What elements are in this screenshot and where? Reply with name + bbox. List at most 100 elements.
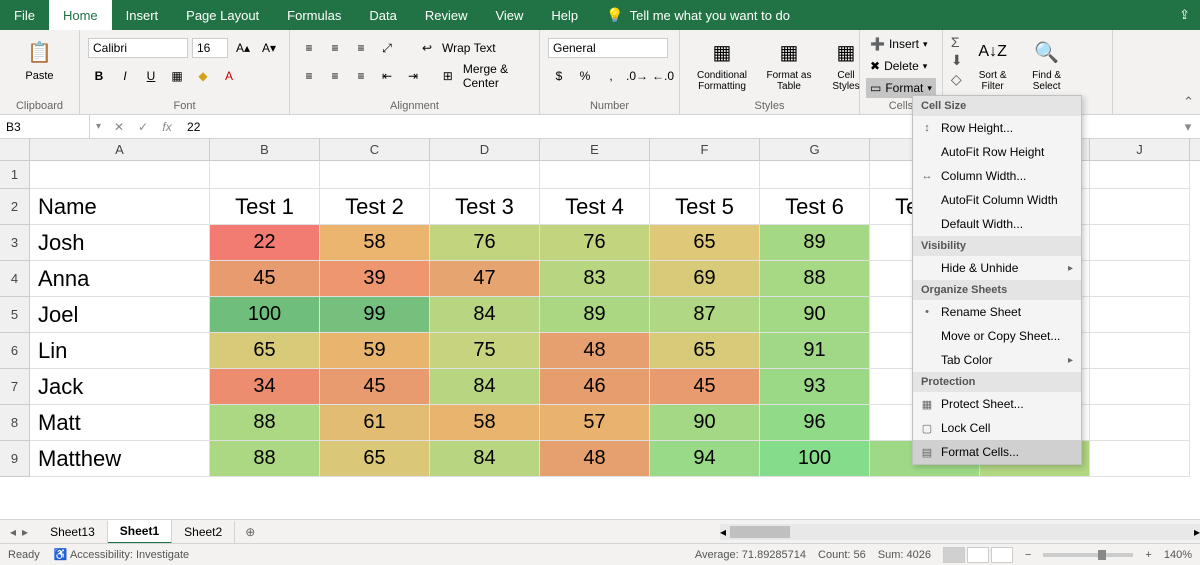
cell[interactable]: 83 [540, 261, 650, 297]
normal-view-button[interactable] [943, 547, 965, 563]
cell[interactable]: 22 [210, 225, 320, 261]
clear-icon[interactable]: ◇ [951, 71, 963, 88]
cell[interactable]: 91 [760, 333, 870, 369]
increase-decimal-icon[interactable]: .0→ [626, 65, 648, 87]
cell[interactable]: 46 [540, 369, 650, 405]
number-format-select[interactable] [548, 38, 668, 58]
cell[interactable]: 100 [210, 297, 320, 333]
cell[interactable]: Test 1 [210, 189, 320, 225]
increase-indent-icon[interactable]: ⇥ [402, 65, 424, 87]
cell[interactable]: Lin [30, 333, 210, 369]
wrap-text-button[interactable]: Wrap Text [442, 41, 496, 55]
menu-item[interactable]: ▦Protect Sheet... [913, 392, 1081, 416]
horizontal-scrollbar[interactable]: ◂▸ [720, 524, 1200, 540]
cell[interactable]: 48 [540, 441, 650, 477]
cell[interactable]: 57 [540, 405, 650, 441]
cell[interactable]: 65 [210, 333, 320, 369]
bold-button[interactable]: B [88, 65, 110, 87]
cell[interactable] [210, 161, 320, 189]
find-select-button[interactable]: 🔍 Find & Select [1023, 34, 1071, 94]
cell[interactable] [30, 161, 210, 189]
cell[interactable] [1090, 369, 1190, 405]
fx-icon[interactable]: fx [155, 120, 179, 134]
fill-icon[interactable]: ⬇ [951, 52, 963, 69]
cell[interactable]: 90 [760, 297, 870, 333]
cell[interactable]: Test 3 [430, 189, 540, 225]
cancel-formula-icon[interactable]: ✕ [107, 120, 131, 134]
conditional-formatting-button[interactable]: ▦ Conditional Formatting [688, 34, 756, 94]
autosum-icon[interactable]: Σ [951, 34, 963, 50]
align-bottom-icon[interactable]: ≡ [350, 37, 372, 59]
tab-page-layout[interactable]: Page Layout [172, 0, 273, 30]
cell[interactable]: 94 [650, 441, 760, 477]
font-name-select[interactable] [88, 38, 188, 58]
border-button[interactable]: ▦ [166, 65, 188, 87]
cell[interactable] [1090, 261, 1190, 297]
row-header[interactable]: 7 [0, 369, 30, 405]
menu-item[interactable]: Move or Copy Sheet... [913, 324, 1081, 348]
cell[interactable] [540, 161, 650, 189]
menu-item[interactable]: •Rename Sheet [913, 300, 1081, 324]
cell[interactable]: 45 [320, 369, 430, 405]
column-header[interactable]: D [430, 139, 540, 160]
expand-formula-bar-icon[interactable]: ▾ [1176, 119, 1200, 135]
column-header[interactable]: B [210, 139, 320, 160]
format-as-table-button[interactable]: ▦ Format as Table [760, 34, 818, 94]
cell[interactable]: 65 [320, 441, 430, 477]
tab-file[interactable]: File [0, 0, 49, 30]
cell[interactable]: 99 [320, 297, 430, 333]
cell[interactable] [1090, 189, 1190, 225]
select-all-corner[interactable] [0, 139, 30, 161]
cell[interactable]: 39 [320, 261, 430, 297]
cell[interactable]: 76 [430, 225, 540, 261]
column-header[interactable]: C [320, 139, 430, 160]
cell[interactable]: 88 [760, 261, 870, 297]
cell[interactable]: Test 2 [320, 189, 430, 225]
menu-item[interactable]: ↔Column Width... [913, 164, 1081, 188]
tab-insert[interactable]: Insert [112, 0, 173, 30]
cell[interactable] [320, 161, 430, 189]
cell[interactable]: 48 [540, 333, 650, 369]
zoom-slider[interactable] [1043, 553, 1133, 557]
cell[interactable]: Anna [30, 261, 210, 297]
cell[interactable] [1090, 333, 1190, 369]
align-top-icon[interactable]: ≡ [298, 37, 320, 59]
align-middle-icon[interactable]: ≡ [324, 37, 346, 59]
row-header[interactable]: 3 [0, 225, 30, 261]
column-header[interactable]: E [540, 139, 650, 160]
page-layout-view-button[interactable] [967, 547, 989, 563]
page-break-view-button[interactable] [991, 547, 1013, 563]
row-header[interactable]: 8 [0, 405, 30, 441]
enter-formula-icon[interactable]: ✓ [131, 120, 155, 134]
cell[interactable]: 100 [760, 441, 870, 477]
cell[interactable]: 84 [430, 297, 540, 333]
font-color-button[interactable]: A [218, 65, 240, 87]
sheet-tab[interactable]: Sheet13 [38, 521, 108, 543]
row-header[interactable]: 2 [0, 189, 30, 225]
cell[interactable]: 58 [430, 405, 540, 441]
comma-icon[interactable]: , [600, 65, 622, 87]
tell-me-search[interactable]: 💡 Tell me what you want to do [592, 7, 804, 24]
cell[interactable]: 45 [650, 369, 760, 405]
cell[interactable] [650, 161, 760, 189]
menu-item[interactable]: Tab Color▸ [913, 348, 1081, 372]
decrease-font-icon[interactable]: A▾ [258, 37, 280, 59]
cell[interactable]: Josh [30, 225, 210, 261]
cell[interactable]: 69 [650, 261, 760, 297]
zoom-in-button[interactable]: + [1145, 549, 1151, 561]
cell[interactable] [1090, 405, 1190, 441]
cell[interactable]: 45 [210, 261, 320, 297]
zoom-level[interactable]: 140% [1164, 549, 1192, 561]
column-header[interactable]: J [1090, 139, 1190, 160]
cell[interactable]: Matt [30, 405, 210, 441]
menu-item[interactable]: Hide & Unhide▸ [913, 256, 1081, 280]
percent-icon[interactable]: % [574, 65, 596, 87]
sort-filter-button[interactable]: A↓Z Sort & Filter [969, 34, 1017, 94]
zoom-out-button[interactable]: − [1025, 549, 1031, 561]
decrease-indent-icon[interactable]: ⇤ [376, 65, 398, 87]
row-header[interactable]: 5 [0, 297, 30, 333]
insert-cells-button[interactable]: ➕Insert▾ [866, 34, 936, 54]
cell[interactable]: 88 [210, 405, 320, 441]
cell[interactable]: 47 [430, 261, 540, 297]
menu-item[interactable]: ▤Format Cells... [913, 440, 1081, 464]
